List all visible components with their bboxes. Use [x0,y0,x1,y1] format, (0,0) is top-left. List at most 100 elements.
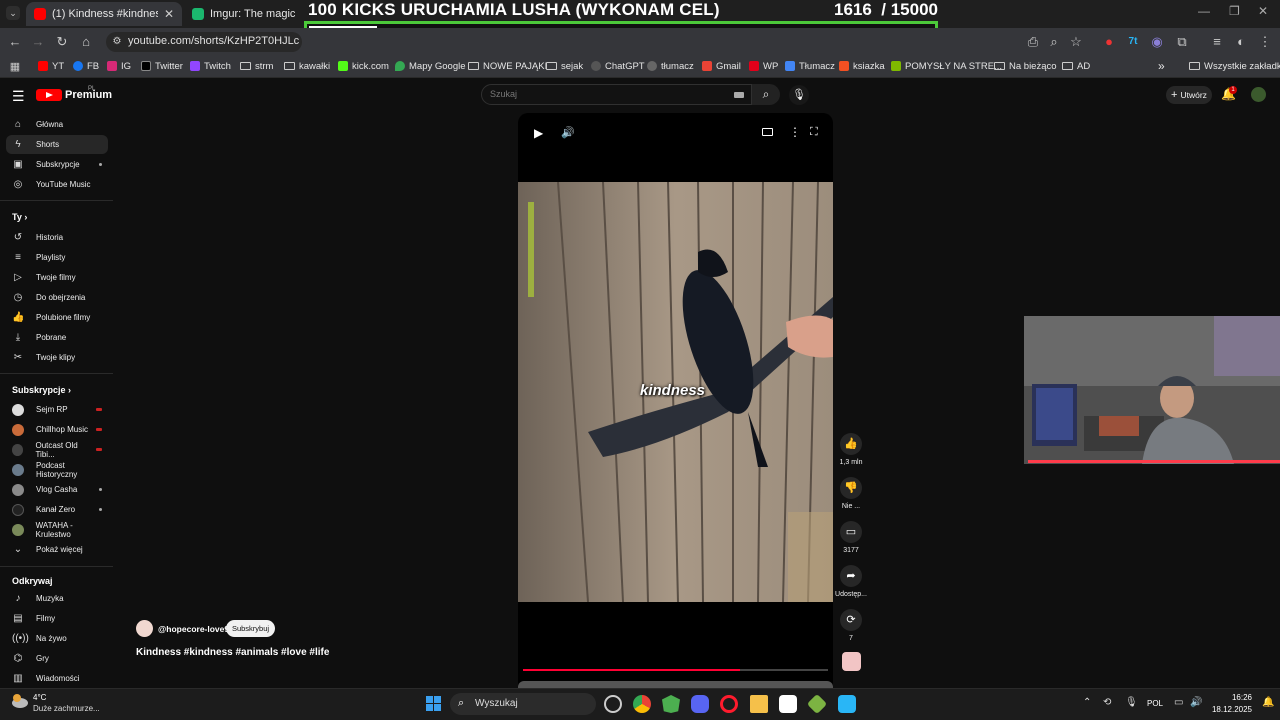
opera-icon[interactable] [720,695,738,713]
bookmark-na-biezaco[interactable]: Na bieżąco [994,58,1057,74]
sidebar-sub-sejm-rp[interactable]: Sejm RP [6,400,108,419]
play-icon[interactable]: ▶ [534,126,543,140]
bookmark-pomysly[interactable]: POMYSŁY NA STRE... [891,58,1002,74]
clock-time[interactable]: 16:26 [1214,693,1252,702]
discord-icon[interactable] [691,695,709,713]
capcut-icon[interactable] [779,695,797,713]
sidebar-item-gaming[interactable]: ⌬ Gry [6,649,108,668]
channel-avatar[interactable] [136,620,153,637]
youtube-logo[interactable] [36,89,62,101]
sidebar-item-live[interactable]: ((•)) Na żywo [6,629,108,648]
file-explorer-icon[interactable] [750,695,768,713]
sidebar-sub-kanal-zero[interactable]: Kanał Zero [6,500,108,519]
extensions-puzzle-icon[interactable]: ⧉ [1174,34,1190,50]
bookmark-kawalki[interactable]: kawałki [284,58,330,74]
channel-name[interactable]: @hopecore-love9 [158,624,229,634]
sound-thumbnail[interactable] [842,652,861,671]
maximize-icon[interactable]: ❐ [1229,4,1240,18]
windows-start-icon[interactable] [426,696,441,711]
hamburger-menu-icon[interactable]: ☰ [12,88,25,105]
bookmarks-overflow-icon[interactable]: » [1158,58,1165,74]
sidebar-item-movies[interactable]: ▤ Filmy [6,609,108,628]
sidebar-sub-wataha[interactable]: WATAHA - Krulestwo [6,520,108,539]
sidebar-item-clips[interactable]: ✂ Twoje klipy [6,348,108,367]
all-bookmarks[interactable]: Wszystkie zakładki [1189,58,1280,74]
extension-icon[interactable]: ◉ [1149,34,1165,50]
dislike-button[interactable]: 👎 [840,477,862,499]
bookmark-chatgpt[interactable]: ChatGPT [591,58,645,74]
taskbar-search-input[interactable] [450,693,596,715]
clock-date[interactable]: 18.12.2025 [1202,705,1252,714]
notifications-center-icon[interactable]: 🔔 [1262,697,1274,708]
subscribe-button[interactable]: Subskrybuj [226,620,275,637]
sidebar-show-more[interactable]: ⌄ Pokaż więcej [6,540,108,559]
sidebar-subscriptions-header[interactable]: Subskrypcje › [12,385,71,395]
share-button[interactable]: ➦ [840,565,862,587]
sidebar-item-news[interactable]: ▥ Wiadomości [6,669,108,688]
profile-icon[interactable]: ◐ [1233,34,1249,50]
extension-7tv-icon[interactable]: 7t [1125,34,1141,50]
captions-icon[interactable] [762,128,773,136]
bookmark-sejak[interactable]: sejak [546,58,583,74]
apps-grid-icon[interactable]: ▦ [7,59,23,75]
bookmark-gmail[interactable]: Gmail [702,58,741,74]
home-icon[interactable]: ⌂ [78,34,94,50]
chrome-icon[interactable] [633,695,651,713]
sidebar-item-home[interactable]: ⌂ Główna [6,115,108,134]
weather-cloud-icon[interactable] [12,694,28,708]
bookmark-maps[interactable]: Mapy Google [395,58,466,74]
bookmark-strm[interactable]: strm [240,58,273,74]
video-title[interactable]: Kindness #kindness #animals #love #life [136,647,329,658]
bookmark-twitch[interactable]: Twitch [190,58,231,74]
close-tab-icon[interactable]: ✕ [164,7,174,21]
sidebar-item-music[interactable]: ♪ Muzyka [6,589,108,608]
sidebar-item-youtube-music[interactable]: ◎ YouTube Music [6,175,108,194]
bookmark-twitter[interactable]: Twitter [141,58,183,74]
weather-description[interactable]: Duże zachmurze... [33,704,100,713]
search-input[interactable] [481,84,752,105]
bookmark-tlumacz-2[interactable]: Tłumacz [785,58,835,74]
sidebar-item-history[interactable]: ↺ Historia [6,228,108,247]
zoom-icon[interactable]: ⌕ [1046,34,1062,50]
fullscreen-icon[interactable]: ⛶ [810,126,818,139]
bookmark-ig[interactable]: IG [107,58,131,74]
bookmark-fb[interactable]: FB [73,58,99,74]
voice-search-button[interactable]: 🎙 [789,85,809,105]
show-hidden-icons[interactable]: ⌃ [1083,697,1091,708]
bookmark-wp[interactable]: WP [749,58,778,74]
sidebar-item-liked[interactable]: 👍 Polubione filmy [6,308,108,327]
account-avatar[interactable] [1251,87,1266,102]
sidebar-you-header[interactable]: Ty › [12,212,27,222]
obs-icon[interactable] [604,695,622,713]
bookmark-star-icon[interactable]: ☆ [1068,34,1084,50]
microphone-tray-icon[interactable]: 🎙 [1125,697,1138,708]
sidebar-sub-chillhop[interactable]: Chillhop Music [6,420,108,439]
keyboard-icon[interactable] [734,92,744,98]
volume-icon[interactable]: 🔊 [561,126,575,139]
url-text[interactable]: youtube.com/shorts/KzHP2T0HJLc [128,35,299,47]
bookmark-nowe-pajaki[interactable]: NOWE PAJĄKI [468,58,547,74]
install-icon[interactable]: ⎙ [1025,34,1041,50]
network-icon[interactable]: ▭ [1174,697,1183,708]
notepad-icon[interactable] [838,695,856,713]
forward-icon[interactable]: → [30,34,46,50]
sidebar-item-shorts[interactable]: ϟ Shorts [6,135,108,154]
tab-youtube[interactable]: (1) Kindness #kindness #animal ✕ [26,2,182,26]
back-icon[interactable]: ← [7,34,23,50]
create-button[interactable]: + Utwórz [1166,86,1212,104]
search-button[interactable]: ⌕ [752,84,780,105]
sidebar-item-subscriptions[interactable]: ▣ Subskrypcje [6,155,108,174]
close-window-icon[interactable]: ✕ [1258,4,1268,18]
more-options-icon[interactable]: ⋮ [789,125,801,139]
bookmark-tlumacz[interactable]: tłumacz [647,58,694,74]
remix-button[interactable]: ⟳ [840,609,862,631]
site-info-icon[interactable]: ⚙ [109,34,125,50]
bookmark-ksiazka[interactable]: ksiazka [839,58,885,74]
sidebar-item-downloads[interactable]: ⤓ Pobrane [6,328,108,347]
bookmark-kick[interactable]: kick.com [338,58,389,74]
sidebar-item-watch-later[interactable]: ◷ Do obejrzenia [6,288,108,307]
record-extension-icon[interactable]: ● [1101,34,1117,50]
bookmark-ad[interactable]: AD [1062,58,1090,74]
tab-list-button[interactable]: ⌄ [6,6,20,20]
sidebar-item-playlists[interactable]: ≡ Playlisty [6,248,108,267]
